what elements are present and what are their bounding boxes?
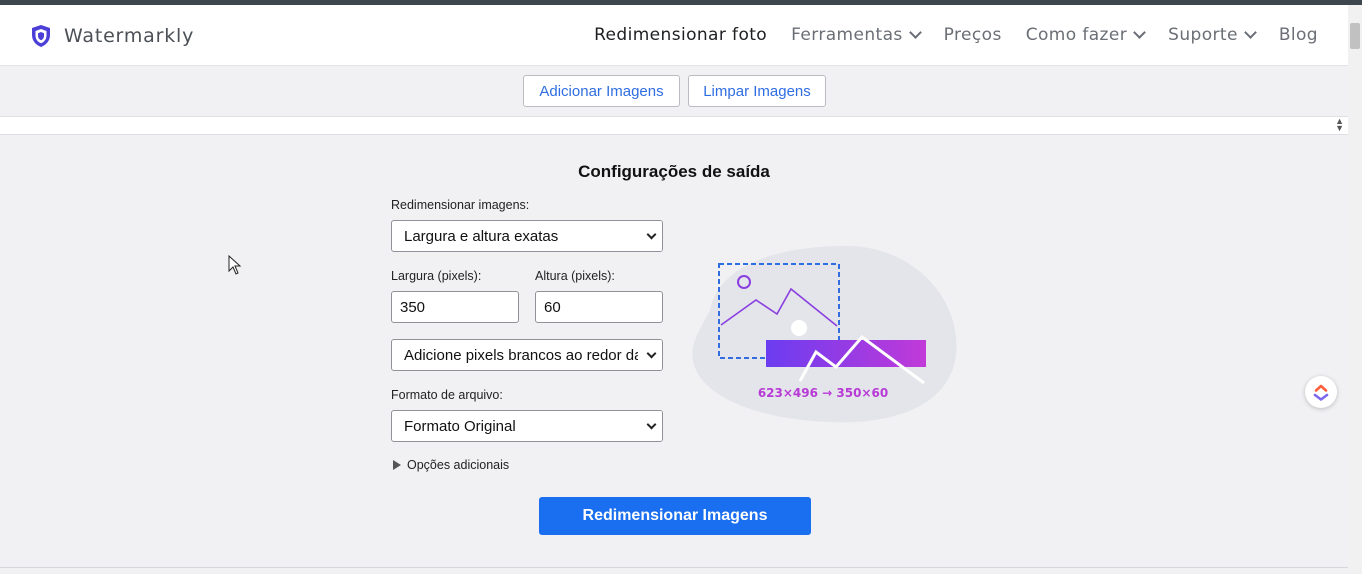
clickup-icon	[1313, 384, 1329, 401]
resize-illustration: 623×496 → 350×60	[692, 245, 957, 423]
chevron-down-icon	[908, 26, 922, 39]
page-scrollbar[interactable]	[1348, 5, 1362, 574]
scrollbar-thumb[interactable]	[1350, 23, 1360, 49]
fill-mode-select[interactable]: Adicione pixels brancos ao redor da	[391, 339, 663, 371]
bottom-divider	[0, 567, 1348, 568]
illustration-caption: 623×496 → 350×60	[758, 386, 888, 400]
format-value: Formato Original	[404, 417, 516, 435]
format-select[interactable]: Formato Original	[391, 410, 663, 442]
brand-name: Watermarkly	[64, 25, 195, 47]
nav-item-redimensionar-foto[interactable]: Redimensionar foto	[594, 25, 767, 45]
nav-label: Ferramentas	[791, 25, 903, 45]
nav-label: Suporte	[1168, 25, 1238, 45]
triangle-right-icon	[393, 460, 401, 470]
nav-label: Como fazer	[1025, 25, 1128, 45]
nav-item-como-fazer[interactable]: Como fazer	[1025, 25, 1147, 45]
resize-images-button[interactable]: Redimensionar Imagens	[539, 497, 811, 535]
fill-mode-value: Adicione pixels brancos ao redor da	[404, 346, 643, 364]
clickup-extension-button[interactable]	[1305, 376, 1337, 408]
main-nav: Redimensionar foto Ferramentas Preços Co…	[594, 25, 1318, 45]
height-label: Altura (pixels):	[535, 269, 615, 283]
image-list-area[interactable]: ▲ ▼	[0, 116, 1348, 135]
mouse-cursor-icon	[228, 255, 242, 275]
nav-item-ferramentas[interactable]: Ferramentas	[791, 25, 922, 45]
add-images-button[interactable]: Adicionar Imagens	[523, 75, 680, 107]
image-toolbar: Adicionar Imagens Limpar Imagens	[0, 66, 1348, 116]
settings-title: Configurações de saída	[578, 162, 770, 181]
width-label: Largura (pixels):	[391, 269, 482, 283]
resize-label: Redimensionar imagens:	[391, 198, 530, 212]
clear-images-button[interactable]: Limpar Imagens	[688, 75, 826, 107]
format-label: Formato de arquivo:	[391, 388, 503, 402]
shield-logo-icon	[32, 25, 50, 47]
white-dot	[791, 320, 807, 336]
nav-item-precos[interactable]: Preços	[944, 25, 1002, 45]
nav-label: Preços	[943, 25, 1002, 45]
height-input[interactable]: 60	[535, 291, 663, 323]
resize-mode-select[interactable]: Largura e altura exatas	[391, 220, 663, 252]
width-input[interactable]: 350	[391, 291, 519, 323]
chevron-down-icon	[1133, 26, 1147, 39]
logo[interactable]: Watermarkly	[30, 24, 194, 48]
nav-label: Blog	[1278, 25, 1318, 45]
resize-mode-value: Largura e altura exatas	[404, 227, 559, 245]
resize-handle-icon[interactable]: ▲ ▼	[1335, 117, 1344, 133]
additional-options-label: Opções adicionais	[407, 458, 510, 472]
nav-item-blog[interactable]: Blog	[1279, 25, 1318, 45]
site-header: Watermarkly Redimensionar foto Ferrament…	[0, 5, 1348, 66]
chevron-down-icon	[1243, 26, 1257, 39]
additional-options-toggle[interactable]: Opções adicionais	[391, 458, 509, 472]
nav-label: Redimensionar foto	[594, 25, 768, 45]
nav-item-suporte[interactable]: Suporte	[1168, 25, 1257, 45]
